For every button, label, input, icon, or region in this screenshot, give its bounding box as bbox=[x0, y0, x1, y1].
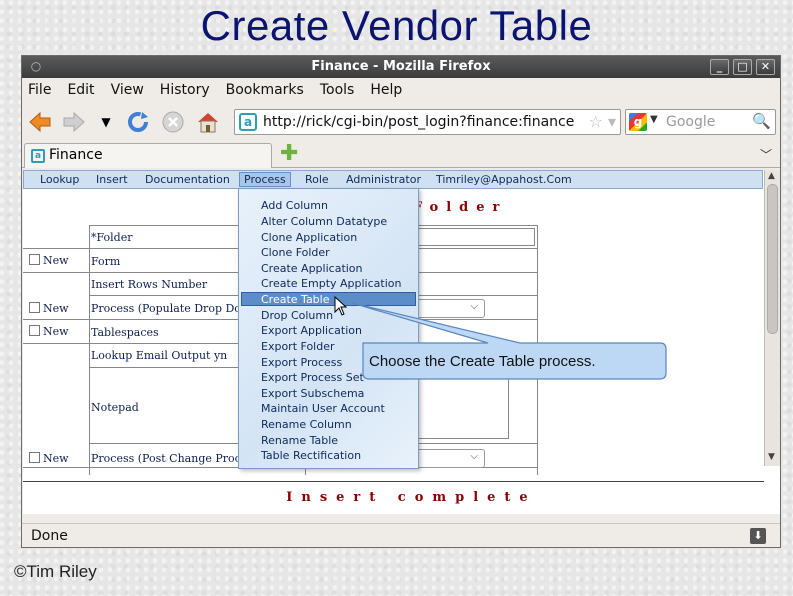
callout-bubble bbox=[351, 302, 667, 380]
footer-credit: ©Tim Riley bbox=[14, 562, 97, 581]
mouse-pointer-icon bbox=[334, 296, 348, 316]
callout-text: Choose the Create Table process. bbox=[369, 353, 596, 370]
